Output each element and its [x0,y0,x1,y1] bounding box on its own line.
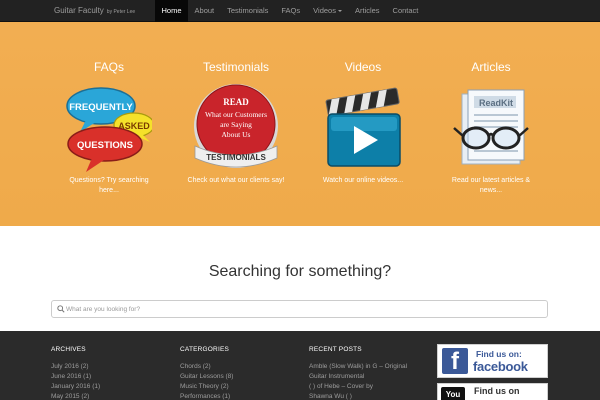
archive-link[interactable]: January 2016 (1) [51,382,100,392]
testimonials-seal-icon[interactable]: READ What our Customers are Saying About… [193,80,279,176]
feature-videos-desc-line1: Watch our online videos... [322,177,404,184]
archives-heading: ARCHIVES [51,346,86,353]
seal-text-line1: What our Customers [205,110,267,119]
seal-text-read: READ [223,97,249,107]
recent-post-link[interactable]: Shawna Wu ( ) [309,392,407,400]
recent-post-link[interactable]: Guitar Instrumental [309,372,407,382]
nav-about[interactable]: About [188,0,221,22]
seal-text-line2: are Saying [220,120,252,129]
youtube-badge[interactable]: You Find us on [437,383,548,400]
nav-contact[interactable]: Contact [386,0,425,22]
nav-testimonials[interactable]: Testimonials [221,0,275,22]
brand-byline: by Peter Lee [106,9,136,15]
caret-down-icon [337,10,342,13]
recent-posts-list: Amble (Slow Walk) in G – Original Guitar… [309,362,407,400]
main-nav: Home About Testimonials FAQs Videos Arti… [155,0,425,22]
search-box[interactable] [51,300,548,318]
archive-link[interactable]: May 2015 (2) [51,392,100,400]
feature-faqs-desc-line2: here... [99,187,119,194]
feature-faqs-desc-line1: Questions? Try searching [69,177,149,184]
archive-link[interactable]: June 2016 (1) [51,372,100,382]
nav-faqs[interactable]: FAQs [275,0,307,22]
paper-text-readkit: ReadKit [479,98,513,108]
top-navbar: Guitar Faculty by Peter Lee Home About Te… [0,0,600,22]
search-heading: Searching for something? [208,263,392,280]
feature-articles-desc-line1: Read our latest articles & [451,177,531,184]
feature-articles-title[interactable]: Articles [431,60,551,74]
seal-text-line3: About Us [222,130,251,139]
youtube-find-label: Find us on [474,386,520,396]
recent-post-link[interactable]: Amble (Slow Walk) in G – Original [309,362,407,372]
feature-faqs-title[interactable]: FAQs [49,60,169,74]
recent-posts-heading: RECENT POSTS [309,346,362,353]
categories-heading: CATERGORIES [180,346,230,353]
feature-articles-desc: Read our latest articles & news... [431,176,551,196]
nav-videos-label: Videos [313,6,336,15]
facebook-find-label: Find us on: [476,349,522,359]
youtube-icon: You [441,387,465,400]
footer: ARCHIVES July 2016 (2) June 2016 (1) Jan… [0,331,600,400]
category-link[interactable]: Chords (2) [180,362,233,372]
search-input[interactable] [66,302,536,316]
brand-title[interactable]: Guitar Faculty [54,6,104,15]
facebook-wordmark: facebook [473,359,528,374]
category-link[interactable]: Music Theory (2) [180,382,233,392]
feature-testimonials-desc-line1: Check out what our clients say! [187,177,285,184]
bubble-text-frequently: FREQUENTLY [69,102,133,113]
categories-list: Chords (2) Guitar Lessons (8) Music Theo… [180,362,233,400]
brand-logo[interactable]: Guitar Faculty by Peter Lee [54,0,135,22]
feature-articles-desc-line2: news... [479,187,503,194]
nav-videos-dropdown[interactable]: Videos [307,0,349,22]
search-icon [57,305,65,313]
facebook-icon: f [442,348,468,375]
category-link[interactable]: Guitar Lessons (8) [180,372,233,382]
hero-section: FAQs FREQUENTLY ASKED QUESTIONS Question… [0,22,600,226]
category-link[interactable]: Performances (1) [180,392,233,400]
nav-articles[interactable]: Articles [348,0,386,22]
feature-testimonials-desc: Check out what our clients say! [176,176,296,186]
feature-videos-title[interactable]: Videos [303,60,423,74]
clapperboard-play-icon[interactable] [320,80,406,176]
feature-faqs-desc: Questions? Try searching here... [49,176,169,196]
seal-text-testimonials: TESTIMONIALS [206,153,266,162]
archive-link[interactable]: July 2016 (2) [51,362,100,372]
newspaper-glasses-icon[interactable]: ReadKit [448,80,534,176]
recent-post-link[interactable]: ( ) of Hebe – Cover by [309,382,407,392]
nav-home[interactable]: Home [155,0,189,22]
feature-videos-desc: Watch our online videos... [303,176,423,186]
bubble-text-questions: QUESTIONS [77,140,133,151]
facebook-badge[interactable]: f Find us on: facebook [437,344,548,378]
feature-testimonials-title[interactable]: Testimonials [176,60,296,74]
faq-speech-bubbles-icon[interactable]: FREQUENTLY ASKED QUESTIONS [66,80,152,176]
archives-list: July 2016 (2) June 2016 (1) January 2016… [51,362,100,400]
